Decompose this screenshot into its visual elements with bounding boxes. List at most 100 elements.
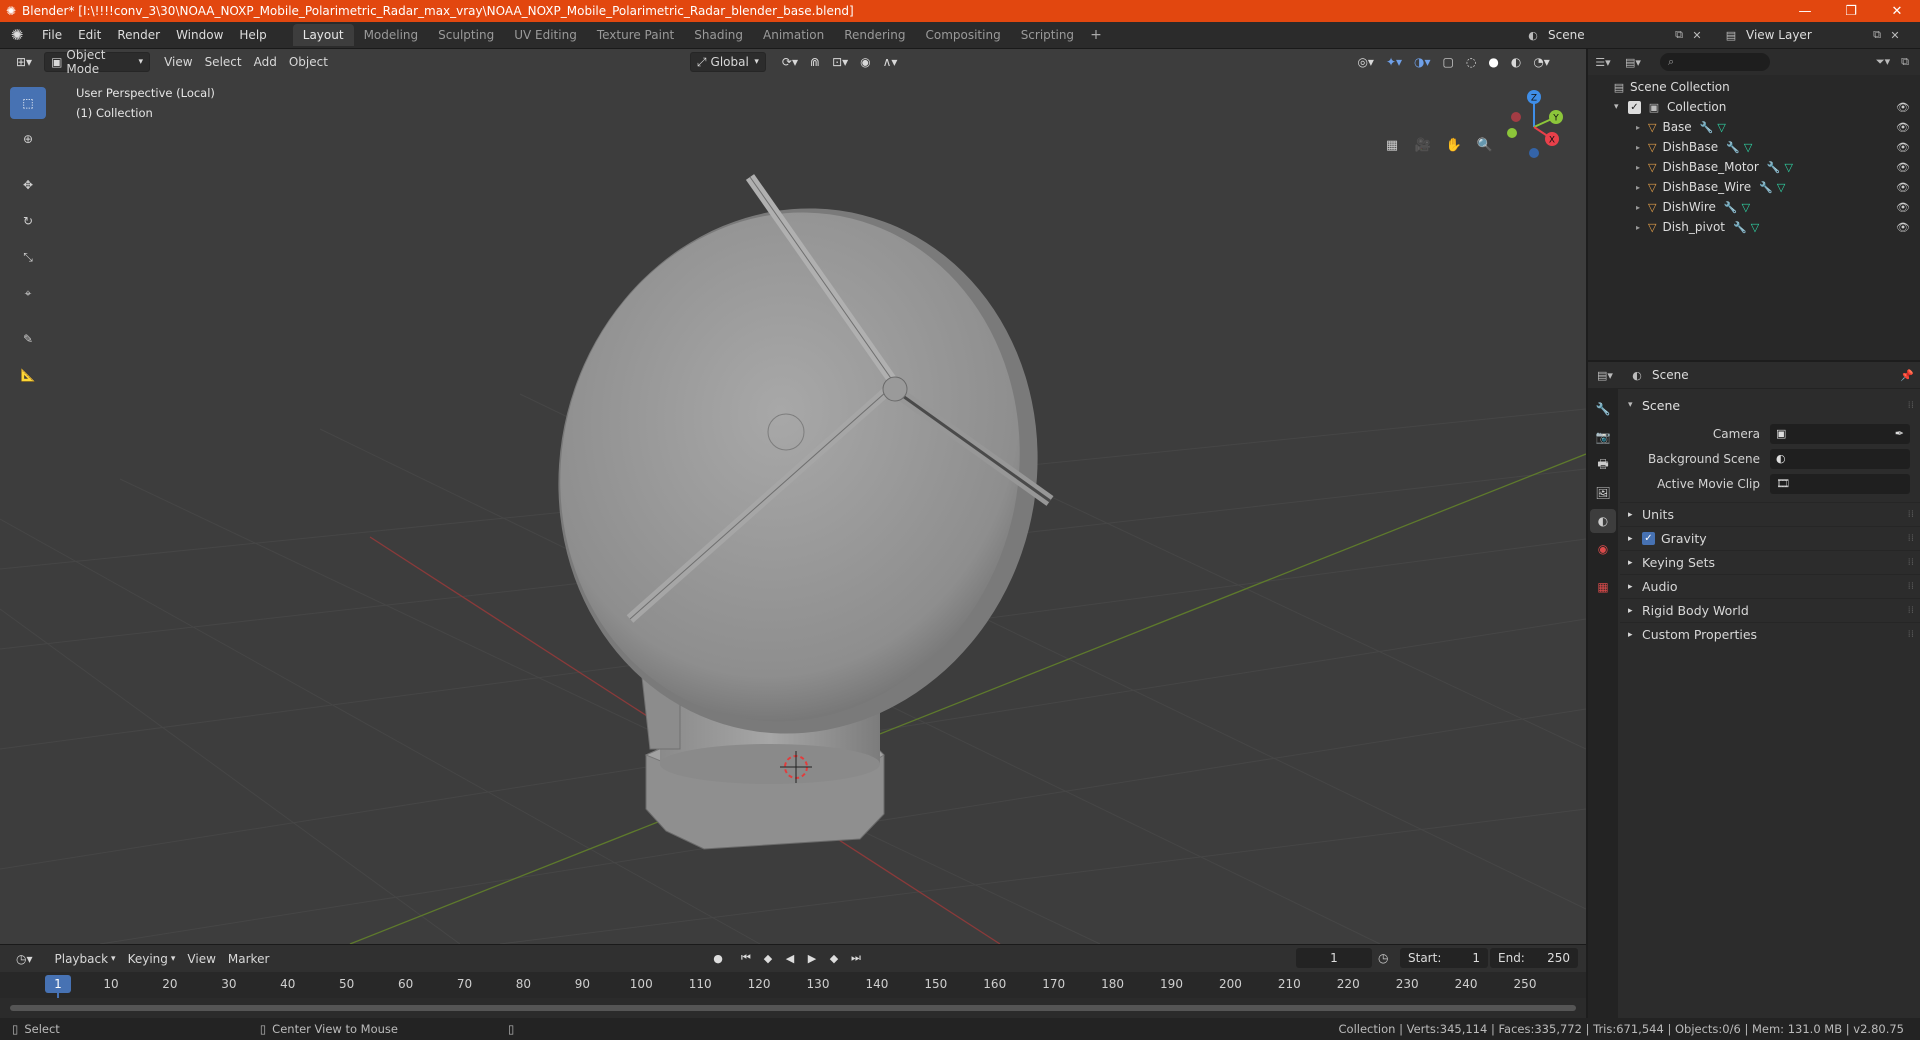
tab-compositing[interactable]: Compositing: [915, 24, 1010, 46]
outliner-scene-collection[interactable]: ▤ Scene Collection: [1588, 77, 1920, 97]
new-view-layer-icon[interactable]: ⧉: [1868, 26, 1886, 44]
end-frame-field[interactable]: End: 250: [1490, 948, 1578, 968]
display-mode-icon[interactable]: ▤▾: [1624, 53, 1642, 71]
play-icon[interactable]: ▶: [802, 948, 822, 968]
mesh-data-icon[interactable]: ▽: [1742, 201, 1750, 214]
viewport-menu-add[interactable]: Add: [248, 52, 283, 72]
expand-arrow-icon[interactable]: ▸: [1636, 123, 1648, 132]
pin-icon[interactable]: 📌: [1898, 366, 1916, 384]
menu-edit[interactable]: Edit: [70, 24, 109, 46]
proportional-edit-icon[interactable]: ◉: [854, 52, 876, 72]
pivot-icon[interactable]: ⟳▾: [776, 52, 804, 72]
tab-animation[interactable]: Animation: [753, 24, 834, 46]
annotate-tool-icon[interactable]: ✎: [10, 323, 46, 355]
background-scene-field[interactable]: ◐: [1770, 448, 1910, 469]
select-box-tool-icon[interactable]: ⬚: [10, 87, 46, 119]
expand-arrow-icon[interactable]: ▸: [1636, 163, 1648, 172]
view-layer-icon[interactable]: ▤: [1722, 26, 1740, 44]
outliner-item-dishbase-motor[interactable]: ▸ ▽ DishBase_Motor 🔧 ▽ 👁: [1588, 157, 1920, 177]
xray-icon[interactable]: ▢: [1437, 52, 1460, 72]
menu-help[interactable]: Help: [231, 24, 274, 46]
mesh-data-icon[interactable]: ▽: [1751, 221, 1759, 234]
modifier-wrench-icon[interactable]: 🔧: [1767, 161, 1781, 174]
camera-field[interactable]: ▣ ✒: [1770, 423, 1910, 444]
outliner-item-dishbase-wire[interactable]: ▸ ▽ DishBase_Wire 🔧 ▽ 👁: [1588, 177, 1920, 197]
scale-tool-icon[interactable]: ⤡: [10, 241, 46, 273]
new-collection-icon[interactable]: ⧉: [1896, 53, 1914, 71]
gravity-checkbox[interactable]: ✓: [1642, 532, 1655, 545]
timeline-menu-keying[interactable]: Keying ▾: [122, 949, 182, 969]
drag-grip-icon[interactable]: ⁞⁞: [1908, 400, 1914, 411]
outliner-search-input[interactable]: ⌕: [1660, 53, 1770, 71]
gizmo-neg-z-handle[interactable]: [1529, 148, 1539, 158]
delete-view-layer-icon[interactable]: ✕: [1886, 26, 1904, 44]
tab-sculpting[interactable]: Sculpting: [428, 24, 504, 46]
3d-viewport[interactable]: ⊞▾ ▣ Object Mode ▾ View Select Add Objec…: [0, 49, 1586, 944]
modifier-wrench-icon[interactable]: 🔧: [1759, 181, 1773, 194]
shading-material-icon[interactable]: ◐: [1505, 52, 1527, 72]
expand-arrow-icon[interactable]: ▸: [1636, 143, 1648, 152]
properties-editor-type-icon[interactable]: ▤▾: [1596, 366, 1614, 384]
units-panel-header[interactable]: ▸ Units ⁞⁞: [1620, 502, 1920, 526]
menu-window[interactable]: Window: [168, 24, 231, 46]
shading-wireframe-icon[interactable]: ◌: [1460, 52, 1482, 72]
record-icon[interactable]: ●: [708, 948, 728, 968]
modifier-wrench-icon[interactable]: 🔧: [1700, 121, 1714, 134]
viewport-menu-select[interactable]: Select: [199, 52, 248, 72]
jump-start-icon[interactable]: ⏮: [736, 948, 756, 968]
eye-icon[interactable]: 👁: [1896, 201, 1910, 214]
rotate-tool-icon[interactable]: ↻: [10, 205, 46, 237]
close-button[interactable]: ✕: [1874, 0, 1920, 22]
tab-texture-paint[interactable]: Texture Paint: [587, 24, 684, 46]
visibility-icon[interactable]: ◎▾: [1351, 52, 1380, 72]
drag-grip-icon[interactable]: ⁞⁞: [1908, 605, 1914, 616]
outliner-editor-type-icon[interactable]: ☰▾: [1594, 53, 1612, 71]
gravity-panel-header[interactable]: ▸ ✓ Gravity ⁞⁞: [1620, 526, 1920, 550]
drag-grip-icon[interactable]: ⁞⁞: [1908, 533, 1914, 544]
measure-tool-icon[interactable]: 📐: [10, 359, 46, 391]
timeline-editor-type-icon[interactable]: ◷▾: [10, 949, 39, 969]
rigid-body-world-panel-header[interactable]: ▸ Rigid Body World ⁞⁞: [1620, 598, 1920, 622]
gizmo-neg-x-handle[interactable]: [1511, 112, 1521, 122]
expand-arrow-icon[interactable]: ▸: [1636, 183, 1648, 192]
tab-texture-icon[interactable]: ▦: [1590, 575, 1616, 599]
object-mode-dropdown[interactable]: ▣ Object Mode ▾: [44, 49, 151, 76]
orientation-dropdown[interactable]: ⤢ Global ▾: [689, 52, 766, 72]
eye-icon[interactable]: 👁: [1896, 121, 1910, 134]
expand-arrow-icon[interactable]: ▸: [1636, 203, 1648, 212]
shading-rendered-icon[interactable]: ◔▾: [1527, 52, 1556, 72]
tab-scripting[interactable]: Scripting: [1011, 24, 1084, 46]
current-frame-field[interactable]: 1: [1296, 948, 1372, 968]
eye-icon[interactable]: 👁: [1896, 101, 1910, 114]
timeline-menu-view[interactable]: View: [181, 949, 221, 969]
modifier-wrench-icon[interactable]: 🔧: [1724, 201, 1738, 214]
mesh-data-icon[interactable]: ▽: [1744, 141, 1752, 154]
drag-grip-icon[interactable]: ⁞⁞: [1908, 557, 1914, 568]
gizmo-neg-y-handle[interactable]: [1507, 128, 1517, 138]
minimize-button[interactable]: —: [1782, 0, 1828, 22]
move-tool-icon[interactable]: ✥: [10, 169, 46, 201]
drag-grip-icon[interactable]: ⁞⁞: [1908, 509, 1914, 520]
cursor-tool-icon[interactable]: ⊕: [10, 123, 46, 155]
modifier-wrench-icon[interactable]: 🔧: [1726, 141, 1740, 154]
timeline-track[interactable]: [0, 998, 1586, 1019]
shading-solid-icon[interactable]: ●: [1482, 52, 1504, 72]
mesh-data-icon[interactable]: ▽: [1785, 161, 1793, 174]
play-reverse-icon[interactable]: ◀: [780, 948, 800, 968]
menu-render[interactable]: Render: [109, 24, 168, 46]
expand-arrow-icon[interactable]: ▸: [1636, 223, 1648, 232]
tab-scene-icon[interactable]: ◐: [1590, 509, 1616, 533]
blender-menu-icon[interactable]: ✺: [0, 26, 34, 44]
snap-target-icon[interactable]: ⊡▾: [826, 52, 854, 72]
tab-rendering[interactable]: Rendering: [834, 24, 915, 46]
scene-panel-header[interactable]: ▾ Scene ⁞⁞: [1620, 393, 1920, 417]
falloff-icon[interactable]: ∧▾: [877, 52, 904, 72]
current-frame-marker[interactable]: 1: [45, 975, 71, 993]
overlays-icon[interactable]: ◑▾: [1408, 52, 1437, 72]
outliner-item-dish-pivot[interactable]: ▸ ▽ Dish_pivot 🔧 ▽ 👁: [1588, 217, 1920, 237]
modifier-wrench-icon[interactable]: 🔧: [1733, 221, 1747, 234]
timeline-menu-playback[interactable]: Playback ▾: [49, 949, 122, 969]
timeline-menu-marker[interactable]: Marker: [222, 949, 275, 969]
keying-sets-panel-header[interactable]: ▸ Keying Sets ⁞⁞: [1620, 550, 1920, 574]
drag-grip-icon[interactable]: ⁞⁞: [1908, 581, 1914, 592]
